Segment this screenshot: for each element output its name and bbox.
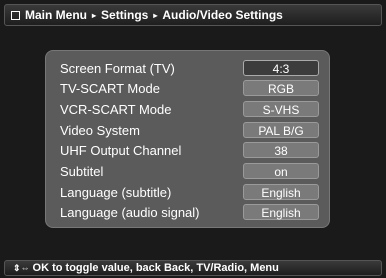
setting-value-field[interactable]: on <box>243 163 319 179</box>
setting-row-language-audio[interactable]: Language (audio signal) English <box>46 203 329 223</box>
breadcrumb-main-menu[interactable]: Main Menu <box>25 8 87 22</box>
setting-label: Video System <box>60 123 140 138</box>
setting-label: TV-SCART Mode <box>60 81 160 96</box>
setting-row-language-subtitle[interactable]: Language (subtitle) English <box>46 183 329 203</box>
setting-row-uhf-channel[interactable]: UHF Output Channel 38 <box>46 141 329 161</box>
setting-label: Language (subtitle) <box>60 185 172 200</box>
setting-label: Language (audio signal) <box>60 205 200 220</box>
help-bar: ⇕⇔ OK to toggle value, back Back, TV/Rad… <box>4 260 382 276</box>
setting-value-field[interactable]: 38 <box>243 142 319 158</box>
setting-row-subtitel[interactable]: Subtitel on <box>46 162 329 182</box>
breadcrumb-settings[interactable]: Settings <box>101 8 148 22</box>
chevron-right-icon: ▸ <box>153 10 158 20</box>
chevron-right-icon: ▸ <box>92 10 97 20</box>
help-text: OK to toggle value, back Back, TV/Radio,… <box>32 262 279 274</box>
setting-label: VCR-SCART Mode <box>60 102 172 117</box>
setting-row-tv-scart[interactable]: TV-SCART Mode RGB <box>46 79 329 99</box>
title-bar: Main Menu ▸ Settings ▸ Audio/Video Setti… <box>4 4 382 26</box>
setting-value-field[interactable]: PAL B/G <box>243 122 319 138</box>
setting-label: Subtitel <box>60 164 104 179</box>
setting-value-field[interactable]: 4:3 <box>243 60 319 76</box>
settings-panel: Screen Format (TV) 4:3 TV-SCART Mode RGB… <box>45 50 330 228</box>
navigation-arrows-icon: ⇕⇔ <box>13 262 30 273</box>
setting-row-screen-format[interactable]: Screen Format (TV) 4:3 <box>46 59 329 79</box>
setting-label: UHF Output Channel <box>60 143 182 158</box>
setting-value-field[interactable]: English <box>243 184 319 200</box>
setting-value-field[interactable]: English <box>243 204 319 220</box>
setting-row-video-system[interactable]: Video System PAL B/G <box>46 121 329 141</box>
breadcrumb-av-settings: Audio/Video Settings <box>162 8 283 22</box>
setting-value-field[interactable]: RGB <box>243 80 319 96</box>
setting-row-vcr-scart[interactable]: VCR-SCART Mode S-VHS <box>46 100 329 120</box>
setting-value-field[interactable]: S-VHS <box>243 101 319 117</box>
menu-icon <box>11 10 20 20</box>
setting-label: Screen Format (TV) <box>60 61 175 76</box>
